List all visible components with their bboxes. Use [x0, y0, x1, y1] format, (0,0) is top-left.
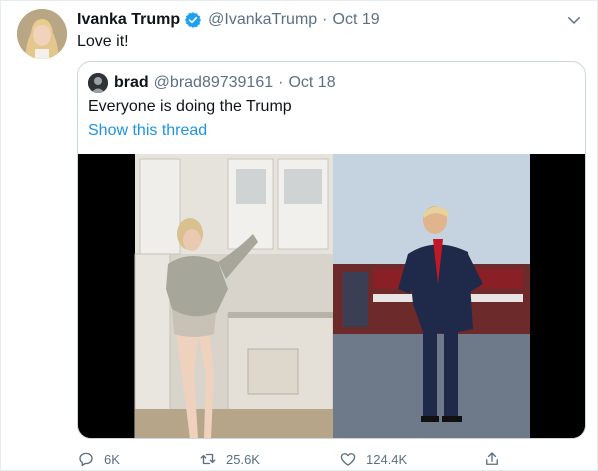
retweet-icon — [200, 453, 216, 465]
video-left-panel — [134, 154, 334, 438]
quoted-author-name[interactable]: brad — [114, 74, 149, 92]
separator-dot: · — [322, 11, 328, 28]
video-player[interactable] — [78, 154, 585, 438]
like-button[interactable]: 124.4K — [339, 449, 407, 469]
quoted-tweet-date[interactable]: Oct 18 — [288, 74, 335, 92]
heart-icon — [340, 453, 356, 466]
tweet-date[interactable]: Oct 19 — [333, 11, 380, 29]
quoted-author-avatar[interactable] — [88, 73, 108, 93]
video-right-panel — [333, 154, 530, 438]
share-icon — [486, 452, 498, 465]
like-count: 124.4K — [366, 451, 408, 467]
tweet-card[interactable]: Ivanka Trump @IvankaTrump · Oct 19 Love … — [0, 0, 598, 471]
reply-count: 6K — [104, 451, 120, 467]
quoted-tweet-header: brad @brad89739161 · Oct 18 — [88, 72, 336, 94]
chevron-down-icon[interactable] — [565, 11, 583, 29]
retweet-count: 25.6K — [226, 451, 260, 467]
author-avatar[interactable] — [17, 9, 67, 59]
author-handle[interactable]: @IvankaTrump — [208, 11, 317, 29]
tweet-actions: 6K 25.6K 124.4K — [77, 449, 517, 469]
video-thumbnail — [78, 154, 585, 438]
separator-dot: · — [278, 74, 284, 91]
share-button[interactable] — [483, 449, 510, 469]
quoted-author-avatar-image — [88, 73, 108, 93]
author-avatar-image — [17, 9, 67, 59]
reply-button[interactable]: 6K — [77, 449, 120, 469]
quoted-author-handle[interactable]: @brad89739161 — [154, 74, 273, 92]
reply-icon — [79, 452, 93, 467]
tweet-text: Love it! — [77, 33, 129, 50]
verified-badge-icon — [184, 11, 202, 29]
show-thread-link[interactable]: Show this thread — [88, 122, 207, 140]
author-name[interactable]: Ivanka Trump — [77, 11, 180, 29]
quoted-tweet-text: Everyone is doing the Trump — [88, 98, 292, 115]
retweet-button[interactable]: 25.6K — [199, 449, 260, 469]
tweet-header: Ivanka Trump @IvankaTrump · Oct 19 — [77, 9, 380, 31]
quoted-tweet[interactable]: brad @brad89739161 · Oct 18 Everyone is … — [77, 61, 586, 439]
